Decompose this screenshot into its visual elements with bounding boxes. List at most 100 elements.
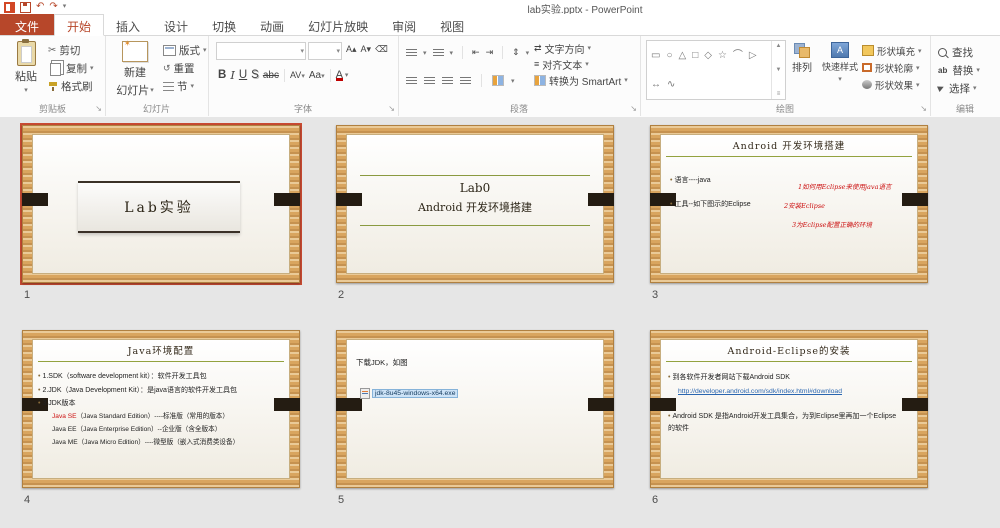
font-size-combobox[interactable]: ▾ [308,42,342,60]
tab-file[interactable]: 文件 [0,14,55,35]
text-shadow-button[interactable]: S [249,69,261,81]
select-button[interactable]: 选择 ▾ [937,79,980,97]
annotation-notes: 1如何用Eclipse来使用java语言 2安装Eclipse 3为Eclips… [784,178,891,235]
decrease-font-size-button[interactable]: A▾ [361,44,372,55]
shape-star-icon[interactable]: ☆ [718,49,727,62]
shape-triangle-icon[interactable]: △ [679,49,687,62]
font-color-button[interactable]: A [334,69,345,81]
shape-square-icon[interactable]: □ [692,49,698,62]
qat-customize-icon[interactable]: ▾ [63,1,67,13]
bullet-item: • 到各软件开发者网站下载Android SDK [668,372,912,382]
text-direction-button[interactable]: ⇄ 文字方向 ▾ [534,40,628,56]
scissors-icon: ✂ [48,44,57,56]
shape-effects-button[interactable]: 形状效果 ▾ [862,76,922,93]
decrease-indent-icon[interactable]: ⇤ [472,47,480,58]
slide-thumbnail-1[interactable]: Lab实验 [20,123,302,285]
shape-outline-label: 形状轮廓 [875,63,914,75]
hyperlink[interactable]: http://developer.android.com/sdk/index.h… [678,388,912,395]
chevron-down-icon: ▾ [301,73,305,80]
numbered-list-icon[interactable] [432,49,444,50]
paragraph-group-label: 段落 [509,104,528,114]
align-center-icon[interactable] [424,77,435,78]
arrange-button[interactable]: 排列 [786,42,818,74]
replace-label: 替换 [952,64,974,77]
chevron-down-icon: ▾ [90,65,94,72]
cut-button[interactable]: ✂ 剪切 [48,41,94,59]
gallery-more-icon[interactable]: ≡ [777,91,781,97]
align-right-icon[interactable] [442,77,453,78]
bullet-list-icon[interactable] [406,49,417,50]
scroll-down-icon[interactable]: ▼ [776,67,782,73]
increase-indent-icon[interactable]: ⇥ [486,47,494,58]
change-case-button[interactable]: Aa▾ [307,70,327,81]
dialog-launcher-icon[interactable]: ↘ [388,105,395,113]
tab-insert[interactable]: 插入 [104,14,152,35]
tab-animations[interactable]: 动画 [248,14,296,35]
shape-curve-icon[interactable]: ∿ [667,78,675,91]
font-color-label: A [335,69,343,81]
tab-design[interactable]: 设计 [152,14,200,35]
save-icon[interactable] [20,1,31,13]
bullet-item: • 2.JDK（Java Development Kit）：是java语言的软件开… [38,384,284,398]
tab-slideshow[interactable]: 幻灯片放映 [296,14,380,35]
shape-arc-icon[interactable]: ⌒ [733,49,743,62]
redo-icon[interactable]: ↷ [49,1,57,13]
clear-formatting-button[interactable]: ⌫ [375,44,388,55]
shape-rectangle-icon[interactable]: ▭ [651,49,660,62]
dialog-launcher-icon[interactable]: ↘ [630,105,637,113]
scroll-up-icon[interactable]: ▲ [776,43,782,49]
section-button[interactable]: 节 ▾ [163,77,207,95]
convert-smartart-button[interactable]: 转换为 SmartArt ▾ [534,72,628,88]
shape-diamond-icon[interactable]: ◇ [704,49,712,62]
bullet-text: 语言----java [674,177,711,184]
tab-home[interactable]: 开始 [54,14,105,36]
smartart-label: 转换为 SmartArt [549,76,622,88]
title-bar: ↶ ↷ ▾ lab实验.pptx - PowerPoint [0,0,1000,16]
tab-transitions[interactable]: 切换 [200,14,248,35]
title-band: Lab实验 [78,181,240,233]
theme-side-tab-icon [22,193,48,206]
title-rule [666,361,912,362]
quick-styles-button[interactable]: A 快速样式 ▾ [820,42,860,83]
strikethrough-button[interactable]: abc [261,70,281,81]
font-name-combobox[interactable]: ▾ [216,42,306,60]
undo-icon[interactable]: ↶ [36,1,44,13]
shape-outline-button[interactable]: 形状轮廓 ▾ [862,59,922,76]
group-slides: 新建 幻灯片 ▾ 版式 ▾ ↺ 重置 节 [105,36,209,116]
format-painter-button[interactable]: 格式刷 [48,77,94,95]
shape-circle-icon[interactable]: ○ [666,49,672,62]
tab-review[interactable]: 审阅 [380,14,428,35]
slide-thumbnail-2[interactable]: Lab0 Android 开发环境搭建 [336,125,614,283]
tab-view[interactable]: 视图 [428,14,476,35]
align-left-icon[interactable] [406,77,417,78]
increase-font-size-button[interactable]: A▴ [346,44,357,55]
layout-button[interactable]: 版式 ▾ [163,41,207,59]
slide-thumbnail-3[interactable]: Android 开发环境搭建 • 语言----java • 工具--如下图示的Ecl… [650,125,928,283]
reset-button[interactable]: ↺ 重置 [163,59,207,77]
columns-icon[interactable] [492,75,504,86]
bold-button[interactable]: B [216,69,228,81]
powerpoint-logo-icon[interactable] [4,1,15,13]
character-spacing-button[interactable]: AV▾ [288,70,307,80]
quick-access-toolbar: ↶ ↷ ▾ [4,1,66,13]
dialog-launcher-icon[interactable]: ↘ [920,105,927,113]
smartart-icon [534,74,546,86]
shapes-gallery-scrollbar[interactable]: ▲ ▼ ≡ [771,41,785,99]
justify-icon[interactable] [460,77,471,78]
paste-button[interactable]: 粘贴 ▾ [8,39,44,94]
slide-thumbnail-5[interactable]: 下载JDK，如图 jdk-8u45-windows-x64.exe [336,330,614,488]
replace-button[interactable]: ab 替换 ▾ [938,61,980,79]
shape-arrowhead-icon[interactable]: ▷ [749,49,757,62]
shape-fill-button[interactable]: 形状填充 ▾ [862,42,922,59]
align-text-button[interactable]: ≡ 对齐文本 ▾ [534,56,628,72]
italic-button[interactable]: I [228,68,237,82]
underline-button[interactable]: U [237,69,249,81]
dialog-launcher-icon[interactable]: ↘ [95,105,102,113]
copy-button[interactable]: 复制 ▾ [48,59,94,77]
find-button[interactable]: 查找 [938,43,980,61]
line-spacing-icon[interactable]: ⇕ [512,47,520,58]
new-slide-button[interactable]: 新建 幻灯片 ▾ [113,39,157,98]
slide-thumbnail-6[interactable]: Android-Eclipse的安装 • 到各软件开发者网站下载Android S… [650,330,928,488]
shape-arrow-icon[interactable]: ↔ [651,78,661,91]
slide-thumbnail-4[interactable]: Java环境配置 • 1.SDK（software development kit… [22,330,300,488]
